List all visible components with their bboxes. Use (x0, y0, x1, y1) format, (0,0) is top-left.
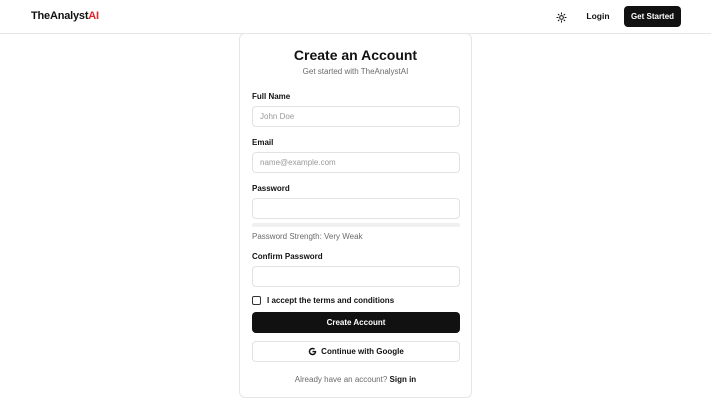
password-strength-meter (252, 223, 460, 227)
signup-card: Create an Account Get started with TheAn… (239, 33, 472, 398)
google-signin-button[interactable]: Continue with Google (252, 341, 460, 362)
confirm-password-label: Confirm Password (252, 252, 323, 261)
login-link[interactable]: Login (583, 6, 613, 27)
signin-prompt: Already have an account? (294, 375, 388, 384)
top-navbar: TheAnalystAI Login Get Started (0, 0, 711, 34)
password-label: Password (252, 184, 290, 193)
google-button-label: Continue with Google (321, 347, 404, 356)
page-title: Create an Account (293, 47, 418, 63)
password-input[interactable] (252, 198, 460, 219)
signin-link[interactable]: Sign in (390, 375, 417, 384)
terms-row[interactable]: I accept the terms and conditions (252, 295, 394, 305)
sun-icon (555, 11, 567, 23)
password-strength-text: Password Strength: Very Weak (252, 232, 363, 241)
full-name-input[interactable]: John Doe (252, 106, 460, 127)
terms-label: I accept the terms and conditions (267, 295, 395, 305)
email-input[interactable]: name@example.com (252, 152, 460, 173)
signin-row: Already have an account? Sign in (240, 375, 471, 384)
logo-accent-text: AI (88, 10, 99, 22)
theme-toggle-button[interactable] (553, 9, 569, 25)
logo-text: TheAnalyst (31, 10, 89, 22)
full-name-label: Full Name (252, 92, 291, 101)
page-subtitle: Get started with TheAnalystAI (302, 67, 409, 76)
get-started-button[interactable]: Get Started (624, 6, 681, 27)
create-account-button[interactable]: Create Account (252, 312, 460, 333)
confirm-password-input[interactable] (252, 266, 460, 287)
google-icon (308, 347, 317, 356)
terms-checkbox[interactable] (252, 295, 261, 305)
email-label: Email (252, 138, 274, 147)
brand-logo[interactable]: TheAnalystAI (31, 10, 99, 22)
